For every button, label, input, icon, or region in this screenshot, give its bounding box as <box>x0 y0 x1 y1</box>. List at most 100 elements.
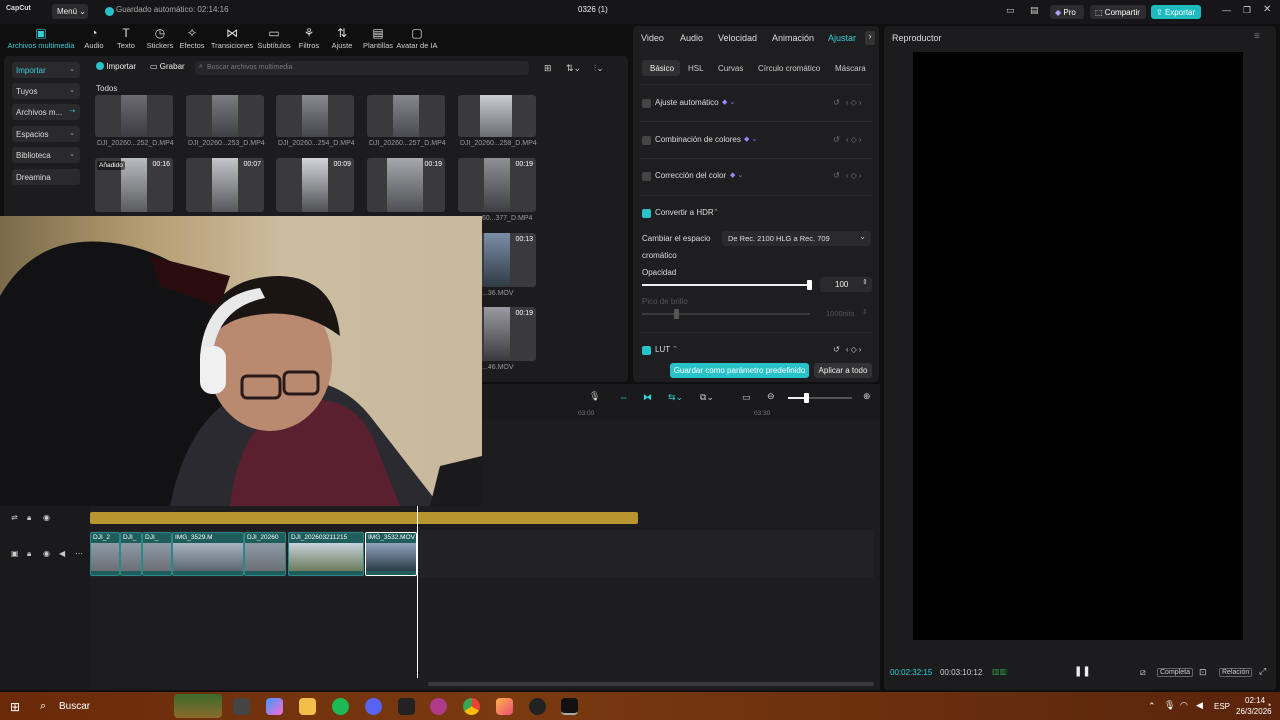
keyframe-controls-icon[interactable]: ↺ ‹◇› <box>833 345 863 354</box>
media-thumb[interactable] <box>95 95 173 137</box>
adjustment-clip[interactable] <box>90 512 638 524</box>
player-menu-icon[interactable]: ≡ <box>1254 31 1260 42</box>
link-icon[interactable]: ⇆⌄ <box>668 392 683 403</box>
copilot-icon[interactable] <box>266 698 283 715</box>
opacity-slider-knob[interactable] <box>807 280 812 290</box>
sort-icon[interactable]: ⇅⌄ <box>566 63 581 74</box>
fullscreen-icon[interactable]: ⤢ <box>1259 666 1266 677</box>
tool-ai-avatar[interactable]: ▢ Avatar de IA <box>394 26 440 50</box>
playhead[interactable] <box>417 506 418 678</box>
task-view-icon[interactable] <box>233 698 250 715</box>
language-indicator[interactable]: ESP <box>1214 702 1230 711</box>
eye-icon[interactable]: ◉ <box>43 549 50 558</box>
layout-icon[interactable]: ▭ <box>1006 5 1015 16</box>
more-icon[interactable]: ⋯ <box>75 549 83 558</box>
subtab-basic[interactable]: Básico <box>650 64 674 73</box>
focus-icon[interactable]: ⊡ <box>1199 667 1207 678</box>
link-main-icon[interactable]: ⇔ <box>619 392 628 402</box>
subtab-mask[interactable]: Máscara <box>835 64 866 73</box>
chevron-up-icon[interactable]: ⌃ <box>672 345 678 353</box>
chevron-up-icon[interactable]: ⌃ <box>713 208 719 216</box>
zoom-out-icon[interactable]: ⊖ <box>767 391 775 402</box>
wifi-icon[interactable]: ◠ <box>1180 700 1188 711</box>
tab-adjust[interactable]: Ajustar <box>828 33 856 43</box>
sidebar-item-dreamina[interactable]: Dreamina <box>12 169 80 185</box>
close-icon[interactable]: ✕ <box>1263 4 1271 15</box>
lut-checkbox[interactable] <box>642 346 651 355</box>
eye-icon[interactable]: ◉ <box>43 513 50 522</box>
timeline-clip[interactable]: DJI_2 <box>90 532 120 576</box>
keyframe-controls-icon[interactable]: ↺ ‹◇› <box>833 98 863 107</box>
discord-icon[interactable] <box>365 698 382 715</box>
record-button[interactable]: ▭ Grabar <box>150 62 185 71</box>
crop-icon[interactable]: ⧄ <box>1140 667 1146 678</box>
notification-icon[interactable]: ◔ <box>1266 700 1271 710</box>
obs-icon[interactable] <box>529 698 546 715</box>
tool-templates[interactable]: ▤ Plantillas <box>358 26 398 50</box>
music-icon[interactable] <box>430 698 447 715</box>
import-button[interactable]: Importar <box>96 62 136 71</box>
audio-mute-icon[interactable]: ◀︎ <box>59 549 65 558</box>
timeline-clip[interactable]: DJI_202603211215 <box>288 532 364 576</box>
timeline-clip[interactable]: DJI_20260 <box>244 532 286 576</box>
snap-icon[interactable]: ⧓ <box>643 392 652 403</box>
tab-animation[interactable]: Animación <box>772 33 814 43</box>
color-match-checkbox[interactable] <box>642 136 651 145</box>
capcut-taskbar-icon[interactable] <box>398 698 415 715</box>
tab-speed[interactable]: Velocidad <box>718 33 757 43</box>
taskbar-search-label[interactable]: Buscar <box>59 701 90 712</box>
tray-chevron-icon[interactable]: ⌃ <box>1148 701 1156 712</box>
filter-icon[interactable]: ⫶⌄ <box>594 63 604 74</box>
subtab-hsl[interactable]: HSL <box>688 64 704 73</box>
keyframe-controls-icon[interactable]: ↺ ‹◇› <box>833 135 863 144</box>
share-button[interactable]: ⬚ Compartir <box>1090 5 1146 19</box>
file-explorer-icon[interactable] <box>299 698 316 715</box>
export-button[interactable]: ⇪ Exportar <box>1151 5 1201 19</box>
sidebar-item-library[interactable]: Biblioteca ⌄ <box>12 147 80 163</box>
photos-icon[interactable] <box>496 698 513 715</box>
spotify-icon[interactable] <box>332 698 349 715</box>
media-thumb[interactable]: Añadido 00:16 <box>95 158 173 212</box>
caption-icon[interactable]: ▭ <box>742 392 751 403</box>
tool-transitions[interactable]: ⋈ Transiciones <box>208 26 256 50</box>
project-title[interactable]: 0326 (1) <box>578 5 608 14</box>
pause-icon[interactable]: ❚❚ <box>1074 666 1091 677</box>
tool-subtitles[interactable]: ▭ Subtítulos <box>252 26 296 50</box>
maximize-icon[interactable]: ❐ <box>1243 5 1251 16</box>
microphone-icon[interactable]: 🎙︎ <box>589 391 600 402</box>
complete-button[interactable]: Completa <box>1157 668 1193 677</box>
tab-audio[interactable]: Audio <box>680 33 703 43</box>
lock-icon[interactable]: 🔒︎ <box>27 549 31 559</box>
media-thumb[interactable]: 00:07 <box>186 158 264 212</box>
timeline-clip[interactable]: DJI_ <box>120 532 142 576</box>
windows-start-icon[interactable]: ⊞ <box>10 700 20 714</box>
media-thumb[interactable] <box>276 95 354 137</box>
ratio-button[interactable]: Relación <box>1219 668 1253 677</box>
tool-media[interactable]: ▣ Archivos multimedia <box>4 26 78 50</box>
opacity-input[interactable]: 100 ⇕ <box>820 277 872 292</box>
subtab-color-wheel[interactable]: Círculo cromático <box>758 64 820 73</box>
lock-icon[interactable]: 🔒︎ <box>27 513 31 523</box>
hdr-checkbox[interactable] <box>642 209 651 218</box>
media-thumb[interactable]: 00:09 <box>276 158 354 212</box>
clock-time[interactable]: 02:14 <box>1245 696 1265 705</box>
volume-icon[interactable]: ◀︎ <box>1196 700 1203 711</box>
tool-filters[interactable]: ⚘ Filtros <box>291 26 327 50</box>
media-thumb[interactable] <box>367 95 445 137</box>
search-box[interactable]: ⌕ Buscar archivos multimedia <box>195 61 529 75</box>
pro-button[interactable]: ◆ Pro <box>1050 5 1084 19</box>
grid-view-icon[interactable]: ⊞ <box>544 63 552 74</box>
subtab-curves[interactable]: Curvas <box>718 64 743 73</box>
media-thumb[interactable]: 00:19 <box>458 158 536 212</box>
sidebar-item-yours[interactable]: Tuyos ⌄ <box>12 83 80 99</box>
capcut-active-icon[interactable] <box>561 698 578 715</box>
keyframe-controls-icon[interactable]: ↺ ‹◇› <box>833 171 863 180</box>
menu-button[interactable]: Menú ⌄ <box>52 4 88 19</box>
preview-axis-icon[interactable]: ⧉⌄ <box>700 392 714 403</box>
color-space-select[interactable]: De Rec. 2100 HLG a Rec. 709 ⌄ <box>722 231 871 246</box>
chrome-icon[interactable] <box>463 698 480 715</box>
timeline-clip-selected[interactable]: IMG_3532.MOV <box>365 532 417 576</box>
microphone-tray-icon[interactable]: 🎙︎ <box>1164 700 1175 711</box>
sidebar-item-spaces[interactable]: Espacios ⌄ <box>12 126 80 142</box>
minimize-icon[interactable]: — <box>1222 5 1231 15</box>
